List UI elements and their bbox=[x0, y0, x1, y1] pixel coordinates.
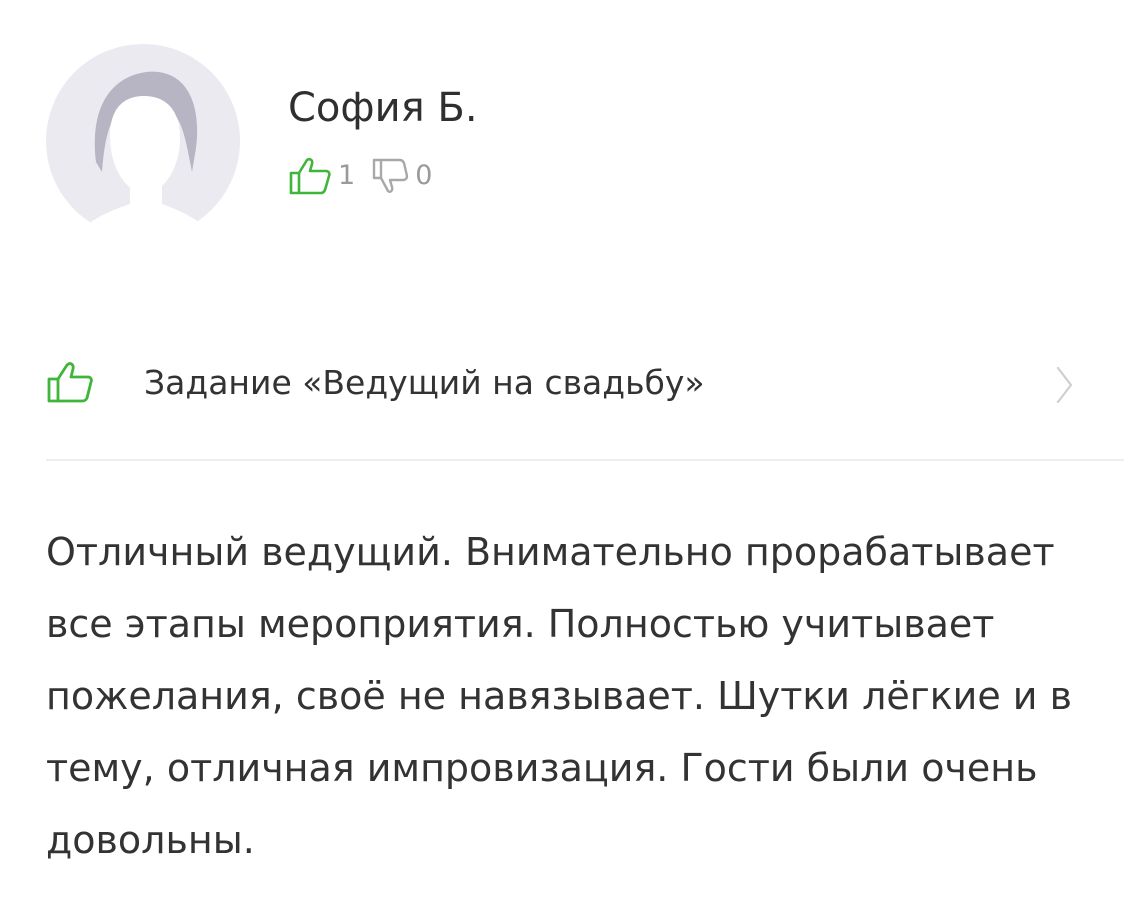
review-header: София Б. 1 0 bbox=[46, 44, 1076, 240]
divider bbox=[46, 459, 1124, 461]
review-text: Отличный ведущий. Внимательно прорабатыв… bbox=[46, 530, 1072, 862]
thumbs-down-icon[interactable] bbox=[371, 156, 409, 196]
author-name: София Б. bbox=[288, 85, 478, 131]
chevron-right-icon[interactable] bbox=[1054, 365, 1076, 409]
user-silhouette-icon bbox=[74, 71, 216, 238]
thumbs-up-icon[interactable] bbox=[288, 156, 332, 196]
task-label: Задание «Ведущий на свадьбу» bbox=[144, 362, 705, 402]
vote-controls: 1 0 bbox=[288, 156, 448, 196]
like-count: 1 bbox=[338, 160, 356, 191]
avatar[interactable] bbox=[46, 44, 240, 238]
thumbs-up-icon bbox=[46, 360, 98, 404]
task-link[interactable]: Задание «Ведущий на свадьбу» bbox=[46, 345, 1076, 419]
dislike-count: 0 bbox=[415, 160, 433, 191]
